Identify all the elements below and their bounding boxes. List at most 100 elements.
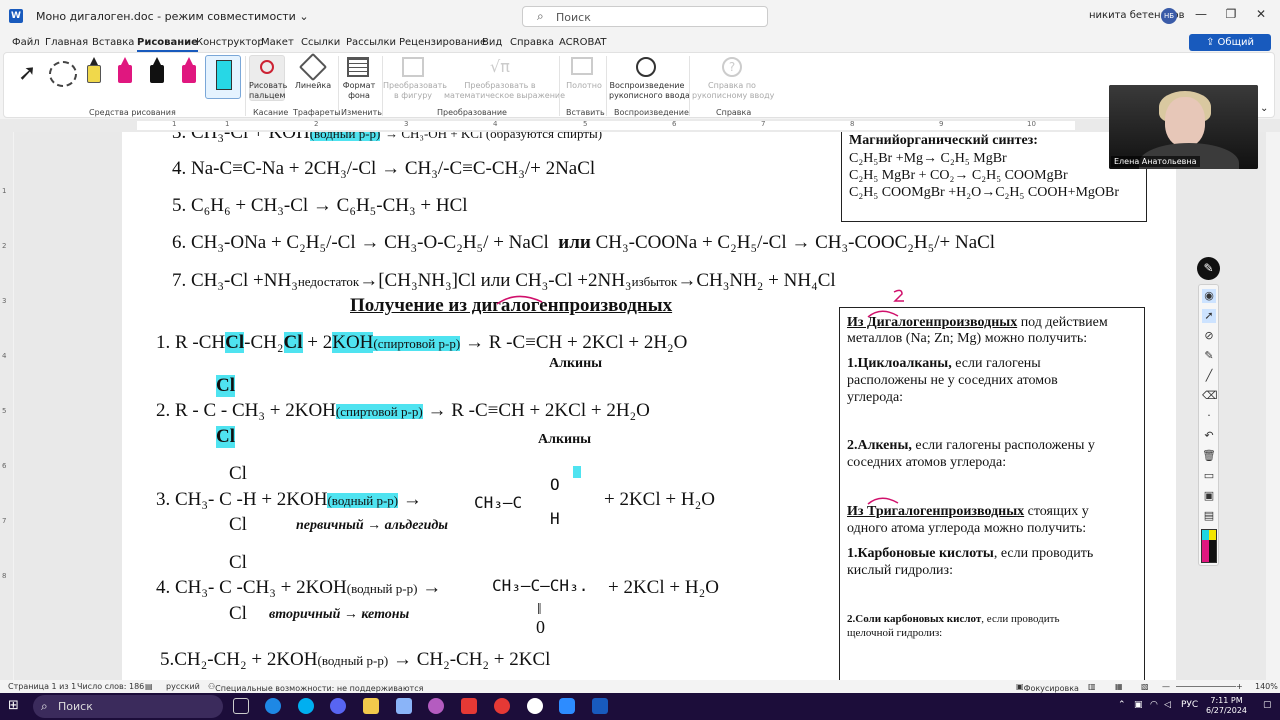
pen-pink[interactable] <box>182 57 196 87</box>
trash-icon[interactable]: 🗑 <box>1202 449 1216 463</box>
page-count[interactable]: Страница 1 из 1 <box>8 682 76 691</box>
screenshot-icon[interactable]: ▣ <box>1202 489 1216 503</box>
search-box[interactable]: ⌕ Поиск <box>522 6 768 27</box>
tab-references[interactable]: Ссылки <box>301 37 340 48</box>
task-view-icon[interactable] <box>233 698 249 714</box>
file-explorer-icon[interactable] <box>363 698 379 714</box>
convert-to-shape-icon[interactable] <box>402 57 424 77</box>
clock[interactable]: 7:11 PM 6/27/2024 <box>1206 696 1247 716</box>
zoom-level[interactable]: 140% <box>1255 682 1278 691</box>
clipboard-icon[interactable]: ▤ <box>1202 509 1216 523</box>
tab-home[interactable]: Главная <box>45 37 88 48</box>
document-title[interactable]: Моно дигалоген.doc - режим совместимости… <box>36 10 309 23</box>
ruler-icon[interactable] <box>298 52 328 82</box>
pointer-icon[interactable]: ➚ <box>1202 309 1216 323</box>
ruler-number: 3 <box>2 297 7 305</box>
dot-icon[interactable]: · <box>1202 409 1216 423</box>
tab-review[interactable]: Рецензирование <box>399 37 486 48</box>
edge-icon[interactable] <box>265 698 281 714</box>
input-language[interactable]: РУС <box>1181 700 1198 710</box>
maps-icon[interactable] <box>527 698 543 714</box>
share-button[interactable]: ⇪ Общий доступ <box>1189 34 1271 65</box>
ruler-number: 6 <box>2 462 7 470</box>
proofing-icon[interactable]: ▤ <box>145 682 153 691</box>
acrobat-icon[interactable] <box>461 698 477 714</box>
hide-ink-icon[interactable]: ⊘ <box>1202 329 1216 343</box>
whiteboard-icon[interactable]: ▭ <box>1202 469 1216 483</box>
ink-toolbar-pen-icon[interactable]: ✎ <box>1197 257 1220 280</box>
canvas-icon[interactable] <box>571 57 593 75</box>
zoom-in-icon[interactable]: + <box>1236 682 1243 691</box>
help-icon[interactable]: ? <box>722 57 742 77</box>
zoom-app-icon[interactable] <box>559 698 575 714</box>
network-icon[interactable]: ◠ <box>1150 700 1158 710</box>
ruler-number: 4 <box>2 352 7 360</box>
color-palette[interactable] <box>1201 529 1217 563</box>
tray-chevron-icon[interactable]: ⌃ <box>1118 700 1126 710</box>
tab-file[interactable]: Файл <box>12 37 40 48</box>
marker-tool-icon[interactable]: ╱ <box>1202 369 1216 383</box>
focus-mode[interactable]: ▣ Фокусировка <box>1016 682 1079 693</box>
web-layout-icon[interactable]: ▧ <box>1141 682 1149 691</box>
select-cursor-icon[interactable]: ➚ <box>18 61 36 86</box>
tab-draw[interactable]: Рисование <box>137 37 198 52</box>
print-layout-icon[interactable]: ▦ <box>1115 682 1123 691</box>
tab-design[interactable]: Конструктор <box>196 37 264 48</box>
ruler-number: 1 <box>225 120 230 128</box>
grignard-line-2: C₂H₅ MgBr + CO₂→ C₂H₅ COOMgBr <box>849 168 1068 183</box>
to-math-label: Преобразовать в математическое выражение <box>444 81 566 100</box>
ink-replay-icon[interactable] <box>636 57 656 77</box>
tab-mailings[interactable]: Рассылки <box>346 37 396 48</box>
accessibility-status[interactable]: ⚇ Специальные возможности: не поддержива… <box>208 682 423 693</box>
windows-start-icon[interactable]: ⊞ <box>8 699 22 713</box>
tab-acrobat[interactable]: ACROBAT <box>559 37 607 48</box>
ruler-white-area <box>137 121 1075 130</box>
zoom-out-icon[interactable]: — <box>1162 682 1170 691</box>
ink-help-label: Справка по рукописному вводу <box>692 81 775 100</box>
skype-icon[interactable] <box>298 698 314 714</box>
background-format-icon[interactable] <box>347 57 369 77</box>
language[interactable]: русский <box>166 682 200 691</box>
taskbar-search[interactable]: ⌕ Поиск <box>33 695 223 718</box>
read-mode-icon[interactable]: ▥ <box>1088 682 1096 691</box>
discord-icon[interactable] <box>330 698 346 714</box>
separator <box>559 56 560 116</box>
eraser-icon[interactable]: ⌫ <box>1202 389 1218 403</box>
tab-layout[interactable]: Макет <box>261 37 294 48</box>
ruler-number: 10 <box>1027 120 1036 128</box>
notifications-icon[interactable]: ▢ <box>1263 700 1272 710</box>
mail-icon[interactable] <box>396 698 412 714</box>
webcam-overlay[interactable]: Елена Анатольевна <box>1109 85 1258 169</box>
ink-to-math-icon[interactable]: √π <box>490 57 510 76</box>
tray-app-icon[interactable]: ▣ <box>1134 700 1143 710</box>
document-canvas[interactable]: 3. CH₃-Cl + KOH(водный р-р) → CH₃-OH + K… <box>14 132 1266 680</box>
tab-view[interactable]: Вид <box>482 37 502 48</box>
close-icon[interactable]: ✕ <box>1251 7 1271 21</box>
word-taskbar-icon[interactable] <box>592 698 608 714</box>
ribbon-collapse-icon[interactable]: ⌄ <box>1260 103 1268 114</box>
pen-tool-icon[interactable]: ✎ <box>1202 349 1216 363</box>
minimize-icon[interactable]: — <box>1191 7 1211 21</box>
tab-help[interactable]: Справка <box>510 37 554 48</box>
word-count[interactable]: Число слов: 186 <box>77 682 144 691</box>
avatar[interactable]: НБ <box>1161 8 1177 24</box>
vertical-ruler[interactable]: 1 2 3 4 5 6 7 8 <box>0 132 13 680</box>
horizontal-ruler[interactable]: 1 1 2 3 4 5 6 7 8 9 10 11 <box>0 119 1280 132</box>
tab-insert[interactable]: Вставка <box>92 37 134 48</box>
ruler-number: 1 <box>2 187 7 195</box>
document-page[interactable]: 3. CH₃-Cl + KOH(водный р-р) → CH₃-OH + K… <box>122 132 1176 680</box>
group-drawing-tools: Средства рисования <box>89 108 176 117</box>
volume-icon[interactable]: ◁ <box>1164 700 1171 710</box>
undo-icon[interactable]: ↶ <box>1202 429 1216 443</box>
highlighter-cyan[interactable] <box>205 55 241 99</box>
zoom-slider[interactable] <box>1176 686 1236 687</box>
browser-icon[interactable] <box>428 698 444 714</box>
eye-icon[interactable]: ◉ <box>1202 289 1216 303</box>
ruler-number: 5 <box>2 407 7 415</box>
lasso-select-icon[interactable] <box>49 61 77 87</box>
pen-yellow[interactable] <box>87 57 101 87</box>
pen-magenta[interactable] <box>118 57 132 87</box>
yandex-icon[interactable] <box>494 698 510 714</box>
pen-black[interactable] <box>150 57 164 87</box>
restore-icon[interactable]: ❐ <box>1221 7 1241 21</box>
